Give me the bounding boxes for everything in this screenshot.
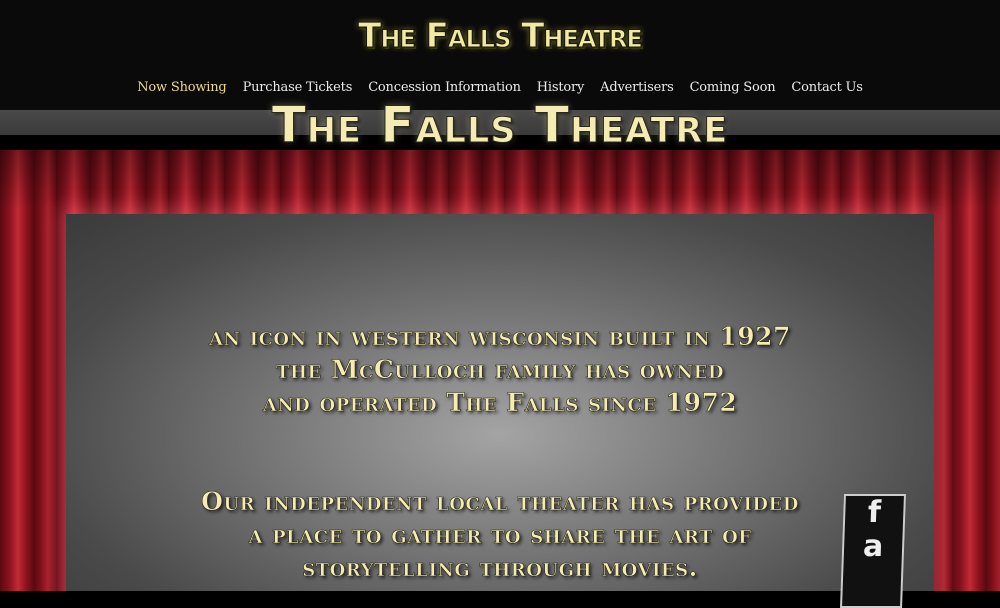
nav-coming-soon[interactable]: Coming Soon [682, 80, 784, 95]
tagline-line: the McCulloch family has owned [276, 355, 724, 385]
badge-letter: f [867, 495, 882, 530]
main-nav: Now Showing Purchase Tickets Concession … [0, 80, 1000, 95]
hero-tagline: an icon in western wisconsin built in 19… [0, 320, 1000, 419]
badge-letter: a [862, 529, 884, 564]
tagline-line: and operated The Falls since 1972 [262, 388, 738, 418]
nav-contact-us[interactable]: Contact Us [783, 80, 870, 95]
site-header: The Falls Theatre Now Showing Purchase T… [0, 0, 1000, 110]
nav-now-showing[interactable]: Now Showing [129, 80, 234, 95]
nav-advertisers[interactable]: Advertisers [592, 80, 681, 95]
nav-history[interactable]: History [529, 80, 592, 95]
hero-title: The Falls Theatre [271, 96, 729, 155]
nav-purchase-tickets[interactable]: Purchase Tickets [235, 80, 361, 95]
tagline-line: an icon in western wisconsin built in 19… [209, 322, 791, 352]
site-logo[interactable]: The Falls Theatre [0, 16, 1000, 57]
nav-concession-information[interactable]: Concession Information [360, 80, 529, 95]
